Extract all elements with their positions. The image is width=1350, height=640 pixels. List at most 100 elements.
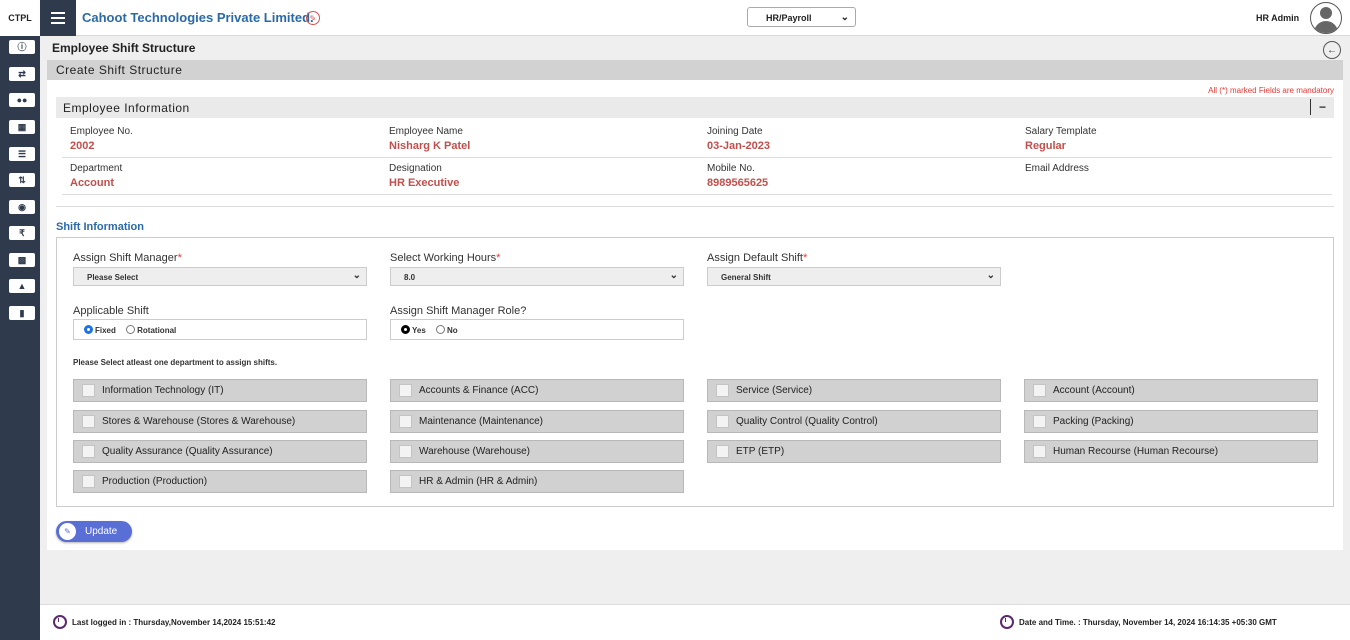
checkbox[interactable] [82,415,95,428]
page-title: Employee Shift Structure [52,41,196,55]
department-label: ETP (ETP) [736,446,785,457]
back-icon[interactable]: ← [1323,41,1341,59]
divider [56,206,1334,207]
clock-icon [53,615,67,629]
org-chart-icon[interactable]: ▲ [9,279,35,293]
user-name: HR Admin [1256,13,1300,23]
update-button-label: Update [85,526,118,537]
checkbox[interactable] [399,384,412,397]
sort-icon[interactable]: ⇅ [9,173,35,187]
chevron-down-icon: ⌄ [352,270,361,281]
department-checkbox-item[interactable]: Production (Production) [73,470,367,493]
checkbox[interactable] [1033,384,1046,397]
department-label: Information Technology (IT) [102,385,224,396]
checkbox[interactable] [1033,415,1046,428]
module-select[interactable]: HR/Payroll ⌄ [747,7,856,27]
bar-chart-icon[interactable]: ▩ [9,253,35,267]
department-note: Please Select atleast one department to … [73,358,278,367]
department-checkbox-item[interactable]: Maintenance (Maintenance) [390,410,684,433]
default-shift-label: Assign Default Shift* [707,252,808,264]
department-checkbox-item[interactable]: Information Technology (IT) [73,379,367,402]
calendar-icon[interactable]: ▦ [9,120,35,134]
department-checkbox-item[interactable]: Packing (Packing) [1024,410,1318,433]
employee-no-value: 2002 [70,140,95,152]
department-label: HR & Admin (HR & Admin) [419,476,538,487]
footer: Last logged in : Thursday,November 14,20… [40,604,1350,640]
department-label: Account (Account) [1053,385,1135,396]
default-shift-select[interactable]: General Shift ⌄ [707,267,1001,286]
hamburger-menu-icon[interactable] [40,0,76,36]
clock-icon [1000,615,1014,629]
checkbox[interactable] [399,445,412,458]
section-title: Create Shift Structure [56,63,183,77]
avatar[interactable] [1310,2,1342,34]
department-checkbox-item[interactable]: Human Recourse (Human Recourse) [1024,440,1318,463]
top-bar: Cahoot Technologies Private Limited. ✎ H… [40,0,1350,36]
chevron-down-icon: ⌄ [986,270,995,281]
shift-info-box: Assign Shift Manager* Please Select ⌄ Sel… [56,237,1334,507]
checkbox[interactable] [716,415,729,428]
shift-info-title: Shift Information [56,221,144,233]
checkbox[interactable] [716,384,729,397]
fixed-radio-label: Fixed [95,326,116,335]
mobile-value: 8989565625 [707,177,769,189]
shift-manager-value: Please Select [87,273,139,282]
dashboard-icon[interactable]: ⓘ [9,40,35,54]
checkbox[interactable] [399,415,412,428]
department-checkbox-item[interactable]: Quality Control (Quality Control) [707,410,1001,433]
department-checkbox-item[interactable]: Quality Assurance (Quality Assurance) [73,440,367,463]
checkbox[interactable] [82,445,95,458]
department-checkbox-item[interactable]: ETP (ETP) [707,440,1001,463]
chevron-down-icon: ⌄ [840,12,849,23]
working-hours-select[interactable]: 8.0 ⌄ [390,267,684,286]
update-button[interactable]: ✎ Update [56,521,132,542]
chevron-down-icon: ⌄ [669,270,678,281]
edit-icon: ✎ [59,523,76,540]
joining-date-value: 03-Jan-2023 [707,140,770,152]
department-checkbox-item[interactable]: Service (Service) [707,379,1001,402]
no-radio[interactable] [436,325,446,334]
employee-no-label: Employee No. [70,126,133,137]
collapse-button[interactable]: − [1310,99,1334,115]
checkbox[interactable] [1033,445,1046,458]
yes-radio[interactable] [401,325,410,334]
employee-name-value: Nisharg K Patel [389,140,471,152]
no-radio-label: No [447,326,458,335]
department-label: Production (Production) [102,476,208,487]
department-checkbox-item[interactable]: Account (Account) [1024,379,1318,402]
employee-info-title: Employee Information [63,101,190,115]
users-icon[interactable]: ●● [9,93,35,107]
shift-manager-label: Assign Shift Manager* [73,252,182,264]
checkbox[interactable] [716,445,729,458]
edit-icon[interactable]: ✎ [306,11,320,25]
shift-manager-select[interactable]: Please Select ⌄ [73,267,367,286]
joining-date-label: Joining Date [707,126,763,137]
department-checkbox-item[interactable]: Accounts & Finance (ACC) [390,379,684,402]
department-label: Quality Assurance (Quality Assurance) [102,446,273,457]
employee-name-label: Employee Name [389,126,463,137]
shuffle-icon[interactable]: ⇄ [9,67,35,81]
fixed-radio[interactable] [84,325,93,334]
list-icon[interactable]: ☰ [9,147,35,161]
department-label: Department [70,163,123,174]
sidebar: ⓘ ⇄ ●● ▦ ☰ ⇅ ◉ ₹ ▩ ▲ ▮ [0,36,40,640]
checkbox[interactable] [399,475,412,488]
rotational-radio-label: Rotational [137,326,177,335]
brand-code: CTPL [0,0,40,36]
checkbox[interactable] [82,384,95,397]
applicable-shift-label: Applicable Shift [73,305,149,317]
bookmark-icon[interactable]: ▮ [9,306,35,320]
department-label: Human Recourse (Human Recourse) [1053,446,1219,457]
cash-icon[interactable]: ◉ [9,200,35,214]
default-shift-value: General Shift [721,273,771,282]
department-checkbox-item[interactable]: Stores & Warehouse (Stores & Warehouse) [73,410,367,433]
department-label: Stores & Warehouse (Stores & Warehouse) [102,416,296,427]
department-checkbox-item[interactable]: HR & Admin (HR & Admin) [390,470,684,493]
rupee-icon[interactable]: ₹ [9,226,35,240]
designation-value: HR Executive [389,177,460,189]
module-select-value: HR/Payroll [766,13,812,23]
rotational-radio[interactable] [126,325,136,334]
form-card: All (*) marked Fields are mandatory Empl… [47,80,1343,550]
department-checkbox-item[interactable]: Warehouse (Warehouse) [390,440,684,463]
checkbox[interactable] [82,475,95,488]
